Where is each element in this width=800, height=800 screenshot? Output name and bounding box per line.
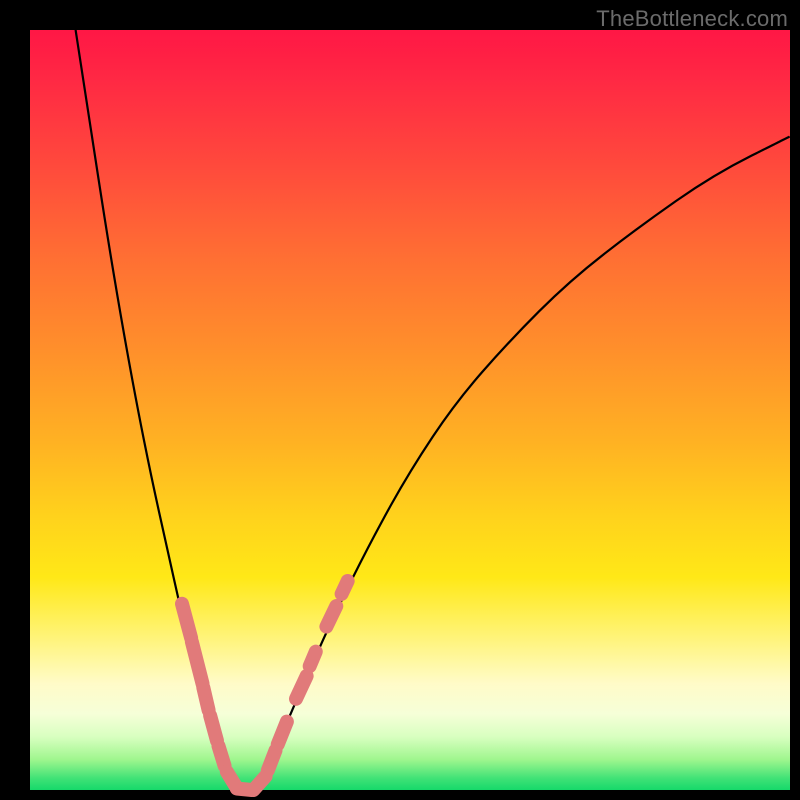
bead [296,676,307,699]
bead [310,652,316,666]
watermark-text: TheBottleneck.com [596,6,788,32]
beads-group [182,581,348,790]
plot-area [30,30,790,790]
bead [210,716,217,741]
bead [203,687,208,710]
bead [182,604,191,638]
bead [326,606,336,627]
bead [278,722,287,745]
bead [218,746,224,766]
bead [192,642,203,684]
bead [268,750,276,770]
bead [342,581,348,594]
chart-container: TheBottleneck.com [0,0,800,800]
curve-svg [30,30,790,790]
bottleneck-curve [76,30,790,790]
bead [253,776,265,790]
